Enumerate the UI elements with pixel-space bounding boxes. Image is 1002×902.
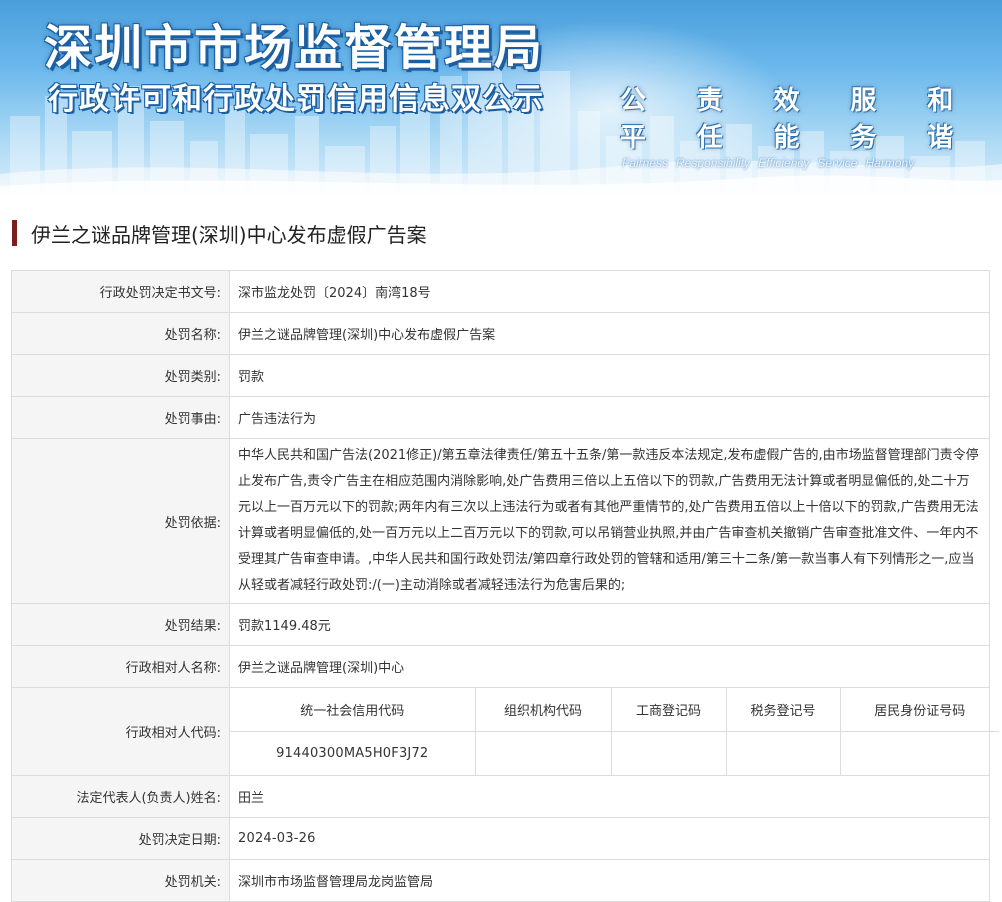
table-row: 处罚决定日期: 2024-03-26 [11, 817, 990, 860]
field-label: 行政处罚决定书文号: [11, 270, 230, 313]
field-label: 行政相对人代码: [11, 687, 230, 776]
field-label: 处罚决定日期: [11, 817, 230, 860]
table-row: 处罚事由: 广告违法行为 [11, 396, 990, 439]
field-label: 行政相对人名称: [11, 645, 230, 688]
table-row: 行政相对人名称: 伊兰之谜品牌管理(深圳)中心 [11, 645, 990, 688]
heading-accent-bar [12, 220, 17, 246]
tax-reg-value [725, 731, 841, 775]
field-value-authority: 深圳市市场监督管理局龙岗监管局 [229, 859, 990, 902]
motto-en-word: Service [817, 156, 858, 170]
field-label: 处罚机关: [11, 859, 230, 902]
org-code-value [474, 731, 612, 775]
business-reg-value [610, 731, 727, 775]
code-header: 统一社会信用代码 [230, 688, 476, 732]
motto-cn-word: 效能 [773, 86, 802, 153]
field-label: 法定代表人(负责人)姓名: [11, 775, 230, 818]
motto-en-word: Efficiency [758, 156, 810, 170]
table-row: 处罚类别: 罚款 [11, 354, 990, 397]
field-value-decision-date: 2024-03-26 [229, 817, 990, 860]
motto-cn-row: 公平 责任 效能 服务 和谐 [620, 80, 980, 154]
field-value-doc-no: 深市监龙处罚〔2024〕南湾18号 [229, 270, 990, 313]
motto-cn-word: 服务 [850, 86, 879, 153]
table-row: 行政处罚决定书文号: 深市监龙处罚〔2024〕南湾18号 [11, 270, 990, 313]
field-label: 处罚结果: [11, 603, 230, 646]
case-title: 伊兰之谜品牌管理(深圳)中心发布虚假广告案 [31, 222, 427, 247]
field-label: 处罚类别: [11, 354, 230, 397]
code-value-row: 91440300MA5H0F3J72 [230, 731, 999, 775]
motto-en-word: Fairness [622, 156, 669, 170]
field-label: 处罚依据: [11, 438, 230, 604]
table-row: 处罚机关: 深圳市市场监督管理局龙岗监管局 [11, 859, 990, 902]
table-row: 处罚结果: 罚款1149.48元 [11, 603, 990, 646]
motto-cn-word: 公平 [620, 86, 649, 153]
motto-en-word: Harmony [865, 156, 915, 170]
field-value-cause: 广告违法行为 [229, 396, 990, 439]
code-header: 工商登记码 [610, 688, 727, 732]
table-row: 法定代表人(负责人)姓名: 田兰 [11, 775, 990, 818]
field-value-category: 罚款 [229, 354, 990, 397]
motto: 公平 责任 效能 服务 和谐 Fairness Responsibility E… [620, 80, 980, 170]
table-row: 处罚名称: 伊兰之谜品牌管理(深圳)中心发布虚假广告案 [11, 312, 990, 355]
site-banner: 深圳市市场监督管理局 行政许可和行政处罚信用信息双公示 公平 责任 效能 服务 … [0, 0, 1002, 196]
motto-cn-word: 和谐 [927, 86, 956, 153]
motto-cn-word: 责任 [696, 86, 725, 153]
site-subtitle: 行政许可和行政处罚信用信息双公示 [48, 82, 544, 117]
party-code-table: 统一社会信用代码 组织机构代码 工商登记码 税务登记号 居民身份证号码 9144… [230, 688, 999, 775]
field-value-result: 罚款1149.48元 [229, 603, 990, 646]
table-row: 行政相对人代码: 统一社会信用代码 组织机构代码 工商登记码 税务登记号 居民身… [11, 687, 999, 776]
code-header: 居民身份证号码 [839, 688, 999, 732]
motto-en-row: Fairness Responsibility Efficiency Servi… [622, 156, 980, 170]
field-label: 处罚事由: [11, 396, 230, 439]
credit-code-value: 91440300MA5H0F3J72 [230, 731, 476, 775]
code-header: 税务登记号 [725, 688, 841, 732]
table-row: 处罚依据: 中华人民共和国广告法(2021修正)/第五章法律责任/第五十五条/第… [11, 438, 990, 604]
party-code-cell: 统一社会信用代码 组织机构代码 工商登记码 税务登记号 居民身份证号码 9144… [229, 687, 999, 776]
field-value-party-name: 伊兰之谜品牌管理(深圳)中心 [229, 645, 990, 688]
field-value-legal-rep: 田兰 [229, 775, 990, 818]
penalty-info-table: 行政处罚决定书文号: 深市监龙处罚〔2024〕南湾18号 处罚名称: 伊兰之谜品… [11, 270, 999, 902]
motto-en-word: Responsibility [676, 156, 751, 170]
site-title: 深圳市市场监督管理局 [44, 20, 545, 76]
code-header-row: 统一社会信用代码 组织机构代码 工商登记码 税务登记号 居民身份证号码 [230, 688, 999, 732]
field-value-basis: 中华人民共和国广告法(2021修正)/第五章法律责任/第五十五条/第一款违反本法… [229, 438, 990, 604]
id-card-value [839, 731, 999, 775]
case-heading: 伊兰之谜品牌管理(深圳)中心发布虚假广告案 [12, 218, 427, 248]
field-value-penalty-name: 伊兰之谜品牌管理(深圳)中心发布虚假广告案 [229, 312, 990, 355]
code-header: 组织机构代码 [474, 688, 612, 732]
field-label: 处罚名称: [11, 312, 230, 355]
